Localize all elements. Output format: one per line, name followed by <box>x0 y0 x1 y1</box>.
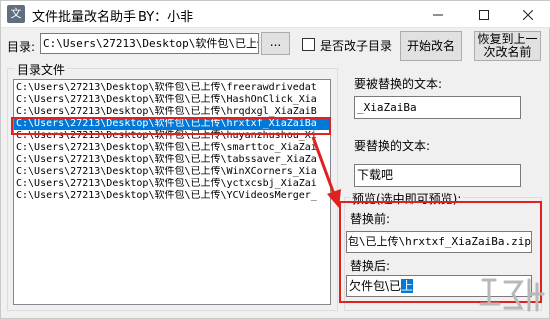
annotation-arrow-icon <box>311 136 341 208</box>
watermark-logo-icon <box>479 278 545 312</box>
main-window: 文 文件批量改名助手 BY：小非 目录: C:\Users\27213\Desk… <box>0 0 550 319</box>
